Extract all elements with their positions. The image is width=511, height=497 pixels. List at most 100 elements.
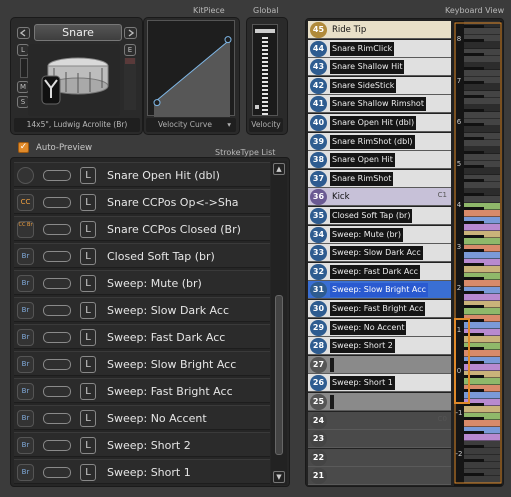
curve-end-handle[interactable] [224,36,232,44]
stroketype-layer-button[interactable]: L [80,356,96,373]
scroll-thumb[interactable] [275,295,283,455]
stroketype-toggle[interactable] [43,467,71,478]
edit-button[interactable]: E [124,44,136,56]
stroketype-row[interactable]: Br L Sweep: Slow Dark Acc [14,297,270,322]
key-mapping-row[interactable]: 42 Snare SideStick [308,76,451,95]
stroketype-icon[interactable]: Br [17,329,34,346]
key-mapping-row[interactable]: 27 [308,355,451,374]
velocity-curve-graph[interactable] [147,20,235,117]
key-mapping-row[interactable]: 29 Sweep: No Accent [308,318,451,337]
kitpiece-prev-button[interactable] [17,27,30,39]
piano-key[interactable] [464,168,500,175]
key-mapping-row[interactable]: 43 Snare Shallow Hit [308,58,451,77]
stroketype-toggle[interactable] [43,251,71,262]
piano-key[interactable] [464,210,500,217]
stroketype-icon[interactable]: Br [17,464,34,481]
key-mapping-row[interactable]: 28 Sweep: Short 2 [308,337,451,356]
key-mapping-row[interactable]: 30 Sweep: Fast Bright Acc [308,300,451,318]
stroketype-row[interactable]: CC Br L Snare CCPos Closed (Br) [14,216,270,241]
piano-key[interactable] [464,154,500,161]
stroketype-toggle[interactable] [43,170,71,181]
key-mapping-row[interactable]: 33 Sweep: Slow Dark Acc [308,244,451,263]
stroketype-layer-button[interactable]: L [80,464,96,481]
piano-key[interactable] [464,126,500,133]
piano-key[interactable] [464,280,500,287]
stroketype-row[interactable]: Br L Sweep: Fast Bright Acc [14,378,270,403]
stroketype-icon[interactable]: Br [17,356,34,373]
stroketype-layer-button[interactable]: L [80,275,96,292]
key-mapping-row[interactable]: 24 C0 [308,411,451,430]
key-mapping-row[interactable]: 39 Snare RimShot (dbl) [308,132,451,151]
stroketype-row[interactable]: Br L Sweep: Fast Dark Acc [14,324,270,349]
key-mapping-row[interactable]: 26 Sweep: Short 1 [308,374,451,393]
piano-key[interactable] [464,84,500,91]
stroketype-layer-button[interactable]: L [80,167,96,184]
kitpiece-next-button[interactable] [124,27,137,39]
piano-key[interactable] [464,308,500,315]
stroketype-row[interactable]: Br L Sweep: Short 1 [14,459,270,484]
key-mapping-row[interactable]: 45 Ride Tip [308,21,451,39]
kitpiece-name-selector[interactable]: Snare [34,24,122,41]
auto-preview-checkbox[interactable]: ✓ [18,142,29,153]
stroketype-scrollbar[interactable]: ▲ ▼ [271,161,287,485]
piano-key[interactable] [464,406,500,413]
stroketype-icon[interactable]: CC Br [17,221,34,238]
stroketype-row[interactable]: Br L Closed Soft Tap (br) [14,243,270,268]
key-mapping-row[interactable]: 44 Snare RimClick [308,39,451,58]
key-mapping-row[interactable]: 34 Sweep: Mute (br) [308,225,451,244]
stroketype-toggle[interactable] [43,278,71,289]
key-mapping-row[interactable]: 32 Sweep: Fast Dark Acc [308,262,451,281]
key-mapping-row[interactable]: 38 Snare Open Hit [308,151,451,170]
piano-key[interactable] [464,434,500,441]
piano-key[interactable] [464,224,500,231]
key-mapping-row[interactable]: 40 Snare Open Hit (dbl) [308,114,451,132]
stroketype-icon[interactable]: Br [17,302,34,319]
piano-key[interactable] [464,476,500,483]
stroketype-row[interactable]: Br L Sweep: Mute (br) [14,270,270,295]
piano-key[interactable] [464,462,500,469]
piano-key[interactable] [464,112,500,119]
key-mapping-row[interactable]: 23 [308,430,451,449]
stroketype-icon[interactable]: Br [17,275,34,292]
piano-key[interactable] [464,28,500,35]
stroketype-toggle[interactable] [43,305,71,316]
key-mapping-row[interactable]: 25 [308,393,451,411]
stroketype-layer-button[interactable]: L [80,329,96,346]
slider-thumb[interactable] [125,58,135,64]
piano-key[interactable] [464,266,500,273]
global-velocity-meter[interactable] [252,24,278,116]
stroketype-icon[interactable]: Br [17,437,34,454]
stroketype-layer-button[interactable]: L [80,221,96,238]
stroketype-layer-button[interactable]: L [80,248,96,265]
piano-key[interactable] [464,448,500,455]
stroketype-toggle[interactable] [43,197,71,208]
piano-key[interactable] [464,70,500,77]
piano-key[interactable] [464,420,500,427]
piano-key[interactable] [464,182,500,189]
stroketype-toggle[interactable] [43,386,71,397]
stroketype-icon[interactable]: Br [17,383,34,400]
stroketype-icon[interactable]: Br [17,410,34,427]
stroketype-row[interactable]: Br L Sweep: Slow Bright Acc [14,351,270,376]
stroketype-layer-button[interactable]: L [80,302,96,319]
piano-key[interactable] [464,56,500,63]
piano-key[interactable] [464,42,500,49]
stroketype-toggle[interactable] [43,224,71,235]
stroketype-icon[interactable]: CC [17,194,34,211]
scroll-up-arrow-icon[interactable]: ▲ [273,163,285,175]
piano-key[interactable] [464,294,500,301]
kitpiece-level-slider[interactable] [124,58,136,110]
stroketype-layer-button[interactable]: L [80,437,96,454]
key-mapping-row[interactable]: 35 Closed Soft Tap (br) [308,207,451,225]
piano-key[interactable] [464,238,500,245]
stroketype-layer-button[interactable]: L [80,383,96,400]
piano-key[interactable] [464,98,500,105]
key-mapping-row[interactable]: 37 Snare RimShot [308,169,451,188]
stroketype-toggle[interactable] [43,413,71,424]
stroketype-icon[interactable] [17,167,34,184]
stroketype-row[interactable]: L Snare Open Hit (dbl) [14,162,270,187]
stroketype-row[interactable]: Br L Sweep: Short 2 [14,432,270,457]
key-mapping-row[interactable]: 36 Kick C1 [308,188,451,207]
piano-key[interactable] [464,140,500,147]
piano-key[interactable] [464,252,500,259]
